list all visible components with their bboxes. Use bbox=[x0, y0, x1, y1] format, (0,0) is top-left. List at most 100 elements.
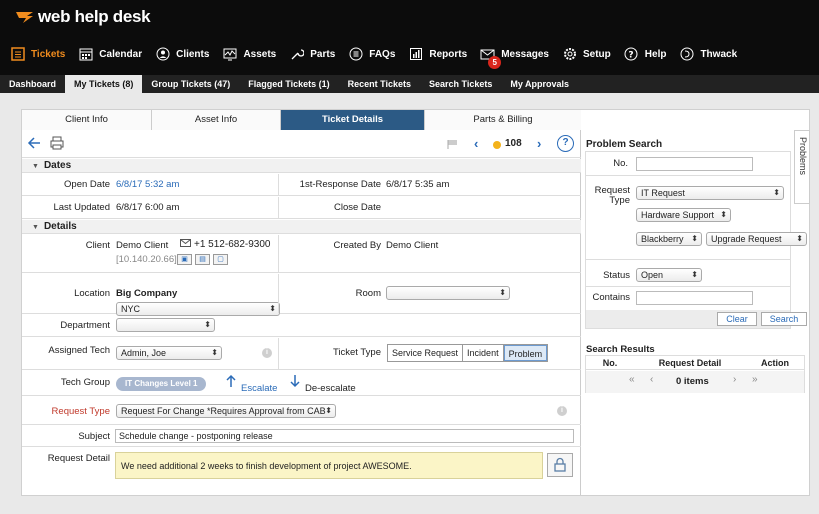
tab-ticket-details[interactable]: Ticket Details bbox=[281, 110, 425, 130]
open-date-value[interactable]: 6/8/17 5:32 am bbox=[116, 179, 179, 190]
request-detail-label: Request Detail bbox=[47, 453, 110, 464]
nav-label: Assets bbox=[243, 48, 277, 60]
nav-setup[interactable]: Setup bbox=[562, 47, 611, 62]
last-updated-label: Last Updated bbox=[53, 202, 110, 213]
info-icon[interactable]: i bbox=[557, 406, 567, 416]
ps-contains-input[interactable] bbox=[636, 291, 753, 305]
request-detail-text[interactable]: We need additional 2 weeks to finish dev… bbox=[115, 452, 543, 479]
web-help-desk-logo[interactable]: web help desk bbox=[15, 7, 151, 27]
ticket-type-problem[interactable]: Problem bbox=[503, 345, 548, 361]
created-by-value: Demo Client bbox=[386, 240, 439, 251]
tech-group-label: Tech Group bbox=[60, 377, 110, 388]
details-section-header[interactable]: Details bbox=[22, 220, 581, 234]
subnav-group-tickets[interactable]: Group Tickets (47) bbox=[142, 75, 239, 93]
assigned-tech-select[interactable]: Admin, Joe bbox=[116, 346, 222, 360]
flag-icon[interactable] bbox=[447, 139, 459, 152]
ps-action-select[interactable]: Upgrade Request bbox=[706, 232, 807, 246]
dates-row-2: Last Updated 6/8/17 6:00 am Close Date bbox=[22, 197, 581, 219]
ps-device-select[interactable]: Blackberry bbox=[636, 232, 702, 246]
room-select[interactable] bbox=[386, 286, 510, 300]
subject-input[interactable]: Schedule change - postponing release bbox=[115, 429, 574, 443]
problems-side-tab[interactable]: Problems bbox=[794, 130, 810, 204]
subnav-search-tickets[interactable]: Search Tickets bbox=[420, 75, 501, 93]
nav-clients[interactable]: Clients bbox=[155, 47, 209, 62]
nav-tickets[interactable]: Tickets bbox=[10, 47, 65, 62]
department-select[interactable] bbox=[116, 318, 215, 332]
location-select[interactable]: NYC bbox=[116, 302, 280, 316]
window-icon[interactable]: ▢ bbox=[213, 254, 228, 265]
email-icon[interactable] bbox=[180, 239, 191, 251]
prev-ticket-chevron-icon[interactable]: ‹ bbox=[474, 136, 478, 151]
clear-button[interactable]: Clear bbox=[717, 312, 757, 326]
tab-parts-billing[interactable]: Parts & Billing bbox=[425, 110, 581, 130]
deescalate-link[interactable]: De-escalate bbox=[305, 383, 356, 394]
ps-request-type-select[interactable]: IT Request bbox=[636, 186, 784, 200]
deescalate-arrow-icon[interactable] bbox=[290, 374, 300, 391]
dates-section-header[interactable]: Dates bbox=[22, 159, 581, 173]
created-by-label: Created By bbox=[333, 240, 381, 251]
subnav-dashboard[interactable]: Dashboard bbox=[0, 75, 65, 93]
next-ticket-chevron-icon[interactable]: › bbox=[537, 136, 541, 151]
col-action[interactable]: Action bbox=[746, 356, 804, 369]
nav-parts[interactable]: Parts bbox=[289, 47, 335, 62]
nav-thwack[interactable]: Thwack bbox=[679, 47, 737, 62]
nav-label: FAQs bbox=[369, 48, 396, 60]
problems-tab-label: Problems bbox=[798, 137, 808, 176]
lock-icon[interactable] bbox=[547, 453, 573, 477]
last-page-icon[interactable]: » bbox=[752, 374, 758, 385]
department-label: Department bbox=[60, 320, 110, 331]
nav-label: Clients bbox=[176, 48, 210, 60]
subnav-my-tickets[interactable]: My Tickets (8) bbox=[65, 75, 143, 93]
tab-client-info[interactable]: Client Info bbox=[22, 110, 152, 130]
col-request-detail[interactable]: Request Detail bbox=[634, 356, 746, 369]
first-response-value: 6/8/17 5:35 am bbox=[386, 179, 450, 190]
client-value[interactable]: Demo Client bbox=[116, 240, 168, 251]
info-icon[interactable]: i bbox=[262, 348, 272, 358]
col-no[interactable]: No. bbox=[586, 356, 634, 369]
subnav-my-approvals[interactable]: My Approvals bbox=[501, 75, 578, 93]
last-updated-value: 6/8/17 6:00 am bbox=[116, 202, 180, 213]
ps-sub-type-select[interactable]: Hardware Support bbox=[636, 208, 731, 222]
nav-label: Thwack bbox=[700, 48, 738, 60]
ps-status-label: Status bbox=[603, 270, 630, 281]
ticket-type-service-request[interactable]: Service Request bbox=[388, 345, 464, 361]
tech-group-pill[interactable]: IT Changes Level 1 bbox=[116, 377, 207, 391]
phone-value: +1 512-682-9300 bbox=[194, 239, 271, 250]
binoculars-icon[interactable]: ▣ bbox=[177, 254, 192, 265]
nav-messages[interactable]: 5 Messages bbox=[480, 47, 549, 69]
escalate-arrow-icon[interactable] bbox=[226, 374, 236, 391]
search-button[interactable]: Search bbox=[761, 312, 807, 326]
request-detail-row: Request Detail We need additional 2 week… bbox=[22, 448, 581, 495]
ps-no-input[interactable] bbox=[636, 157, 753, 171]
remote-icon[interactable]: ▤ bbox=[195, 254, 210, 265]
subnav-flagged-tickets[interactable]: Flagged Tickets (1) bbox=[239, 75, 338, 93]
search-results-pager: « ‹ 0 items › » bbox=[586, 371, 804, 393]
first-page-icon[interactable]: « bbox=[629, 374, 635, 385]
nav-faqs[interactable]: FAQs bbox=[348, 47, 395, 62]
ticket-type-toggle: Service Request Incident Problem bbox=[387, 344, 549, 362]
nav-calendar[interactable]: Calendar bbox=[78, 47, 142, 62]
ps-request-type-label: Request Type bbox=[594, 185, 630, 206]
problem-search-form: No. Request Type IT Request Hardware Sup… bbox=[585, 151, 807, 329]
close-date-label: Close Date bbox=[334, 202, 381, 213]
client-label: Client bbox=[85, 240, 110, 251]
nav-label: Messages bbox=[501, 48, 549, 60]
request-type-select[interactable]: Request For Change *Requires Approval fr… bbox=[116, 404, 336, 418]
setup-icon bbox=[562, 47, 577, 62]
search-results-table: No. Request Detail Action « ‹ 0 items › … bbox=[585, 355, 805, 393]
subnav-recent-tickets[interactable]: Recent Tickets bbox=[339, 75, 420, 93]
print-icon[interactable] bbox=[50, 136, 64, 153]
ticket-type-incident[interactable]: Incident bbox=[463, 345, 504, 361]
nav-assets[interactable]: Assets bbox=[222, 47, 276, 62]
nav-help[interactable]: ? Help bbox=[624, 47, 667, 62]
ps-status-select[interactable]: Open bbox=[636, 268, 702, 282]
nav-reports[interactable]: Reports bbox=[408, 47, 467, 62]
back-arrow-icon[interactable] bbox=[27, 136, 41, 153]
faqs-icon bbox=[348, 47, 363, 62]
nav-label: Help bbox=[644, 48, 667, 60]
tab-asset-info[interactable]: Asset Info bbox=[152, 110, 281, 130]
escalate-link[interactable]: Escalate bbox=[241, 383, 277, 394]
help-icon[interactable]: ? bbox=[557, 135, 574, 152]
prev-page-icon[interactable]: ‹ bbox=[650, 374, 653, 385]
next-page-icon[interactable]: › bbox=[733, 374, 736, 385]
